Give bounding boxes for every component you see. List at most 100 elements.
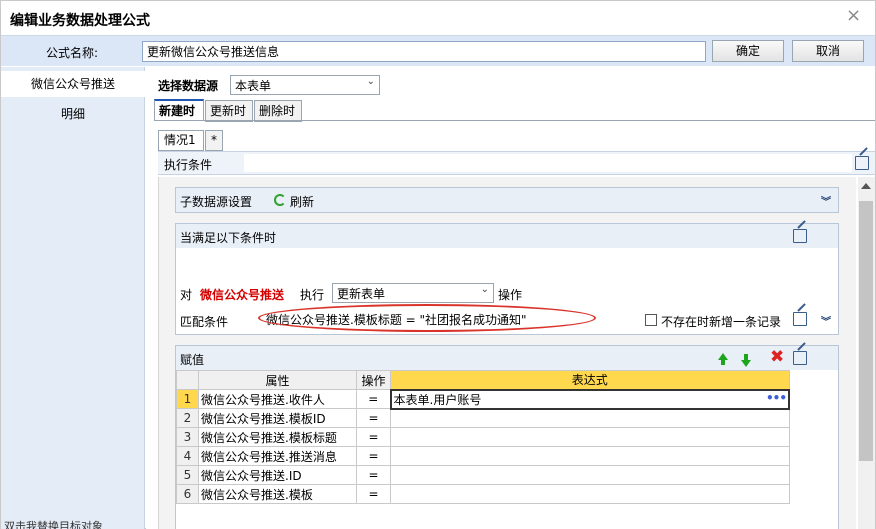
op-cell[interactable]: = [356, 427, 391, 447]
tab-on-create[interactable]: 新建时 [154, 99, 204, 121]
row-number: 5 [176, 465, 199, 485]
row-number: 4 [176, 446, 199, 466]
expr-cell[interactable] [390, 446, 790, 466]
formula-name-row: 公式名称: 确定 取消 [1, 35, 875, 66]
move-up-icon[interactable] [718, 353, 728, 365]
attr-cell[interactable]: 微信公众号推送.推送消息 [198, 446, 357, 466]
table-row[interactable]: 6 微信公众号推送.模板 = [176, 484, 790, 504]
attr-cell[interactable]: 微信公众号推送.模板ID [198, 408, 357, 428]
edit-icon[interactable] [793, 351, 807, 365]
exec-condition-input[interactable] [244, 154, 852, 172]
chevron-down-icon: ⌄ [366, 76, 375, 87]
row-number: 1 [176, 389, 199, 409]
tab-on-delete[interactable]: 删除时 [254, 100, 302, 122]
table-row[interactable]: 5 微信公众号推送.ID = [176, 465, 790, 485]
child-source-panel: 子数据源设置 刷新 ︾ [175, 187, 839, 213]
for-label: 对 [180, 288, 193, 302]
op-cell[interactable]: = [356, 484, 391, 504]
highlight-ellipse [258, 304, 596, 332]
dialog: 编辑业务数据处理公式 × 公式名称: 确定 取消 微信公众号推送 明细 双击我替… [0, 0, 876, 529]
conditions-panel: 当满足以下条件时 对 微信公众号推送 执行 更新表单 ⌄ 操作 匹配条件 微信公… [175, 223, 839, 335]
dialog-title: 编辑业务数据处理公式 [10, 13, 150, 29]
edit-icon[interactable] [855, 156, 869, 170]
op-cell[interactable]: = [356, 389, 391, 409]
formula-name-input[interactable] [142, 41, 706, 62]
sidebar: 微信公众号推送 明细 双击我替换目标对象 [1, 67, 145, 529]
op-cell[interactable]: = [356, 446, 391, 466]
assign-header: 赋值 ✖ [176, 346, 838, 370]
formula-name-label: 公式名称: [46, 46, 99, 60]
action-select[interactable]: 更新表单 ⌄ [332, 283, 494, 303]
scroll-thumb[interactable] [859, 201, 873, 461]
expr-cell[interactable] [390, 427, 790, 447]
more-icon[interactable]: ••• [766, 391, 787, 405]
chevron-down-icon: ⌄ [480, 284, 489, 295]
table-row[interactable]: 3 微信公众号推送.模板标题 = [176, 427, 790, 447]
datasource-select[interactable]: 本表单 ⌄ [230, 75, 380, 95]
add-if-not-exist-label: 不存在时新增一条记录 [661, 315, 782, 329]
sidebar-footer-text: 双击我替换目标对象 [4, 520, 103, 529]
refresh-button[interactable]: 刷新 [290, 193, 314, 210]
tab-divider [154, 120, 875, 121]
child-source-title: 子数据源设置 [180, 195, 253, 209]
table-row[interactable]: 1 微信公众号推送.收件人 = 本表单.用户账号 ••• [176, 388, 790, 410]
attr-cell[interactable]: 微信公众号推送.模板 [198, 484, 357, 504]
assign-title: 赋值 [180, 353, 205, 367]
attr-cell[interactable]: 微信公众号推送.收件人 [198, 389, 357, 409]
corner-cell [176, 370, 199, 390]
match-condition-label: 匹配条件 [180, 315, 229, 329]
delete-icon[interactable]: ✖ [770, 347, 784, 367]
add-if-not-exist-checkbox[interactable] [645, 314, 657, 326]
scroll-up-icon[interactable] [861, 183, 871, 189]
row-number: 2 [176, 408, 199, 428]
exec-condition-row: 执行条件 [158, 151, 875, 175]
assign-panel: 赋值 ✖ 属性 操作 表达式 1 微信公众号推送.收件人 = 本表单.用户账号 … [175, 345, 839, 529]
title-bar: 编辑业务数据处理公式 × [1, 1, 875, 35]
op-cell[interactable]: = [356, 465, 391, 485]
close-icon[interactable]: × [846, 5, 861, 26]
exec-condition-label: 执行条件 [164, 158, 213, 172]
edit-icon[interactable] [793, 312, 807, 326]
column-header-op: 操作 [356, 370, 391, 390]
move-down-icon[interactable] [741, 354, 751, 367]
datasource-selected: 本表单 [235, 79, 272, 93]
tab-add-case[interactable]: * [205, 130, 223, 151]
row-number: 3 [176, 427, 199, 447]
op-cell[interactable]: = [356, 408, 391, 428]
child-source-header: 子数据源设置 刷新 ︾ [176, 188, 838, 212]
chevron-down-icon[interactable]: ︾ [821, 313, 831, 328]
exec-label: 执行 [300, 288, 325, 302]
conditions-header: 当满足以下条件时 [176, 224, 838, 248]
conditions-title: 当满足以下条件时 [180, 231, 277, 245]
scroll-area: 子数据源设置 刷新 ︾ 当满足以下条件时 对 微信公众号推送 执行 更新表单 ⌄ [158, 177, 856, 529]
main-panel: 选择数据源 本表单 ⌄ 新建时 更新时 删除时 情况1 * 执行条件 子数据源设… [146, 67, 875, 529]
expr-value: 本表单.用户账号 [393, 392, 482, 407]
column-header-attr: 属性 [198, 370, 357, 390]
table-row[interactable]: 2 微信公众号推送.模板ID = [176, 408, 790, 428]
edit-icon[interactable] [793, 229, 807, 243]
tab-on-update[interactable]: 更新时 [205, 100, 253, 122]
target-name: 微信公众号推送 [200, 288, 285, 302]
expr-cell[interactable]: 本表单.用户账号 ••• [389, 388, 790, 410]
chevron-down-icon[interactable]: ︾ [821, 193, 831, 208]
vertical-scrollbar[interactable] [858, 177, 875, 529]
refresh-icon[interactable] [274, 194, 286, 206]
operate-label: 操作 [498, 288, 523, 302]
attr-cell[interactable]: 微信公众号推送.模板标题 [198, 427, 357, 447]
action-selected: 更新表单 [337, 287, 386, 301]
table-row[interactable]: 4 微信公众号推送.推送消息 = [176, 446, 790, 466]
datasource-label: 选择数据源 [158, 79, 219, 93]
expr-cell[interactable] [390, 484, 790, 504]
row-number: 6 [176, 484, 199, 504]
sidebar-item-wechat-push[interactable]: 微信公众号推送 [1, 71, 145, 97]
expr-cell[interactable] [390, 408, 790, 428]
attr-cell[interactable]: 微信公众号推送.ID [198, 465, 357, 485]
cancel-button[interactable]: 取消 [792, 40, 864, 62]
column-header-expr: 表达式 [390, 370, 790, 390]
ok-button[interactable]: 确定 [712, 40, 784, 62]
table-header-row: 属性 操作 表达式 [176, 370, 790, 390]
tab-case-1[interactable]: 情况1 [158, 130, 204, 151]
expr-cell[interactable] [390, 465, 790, 485]
assign-table: 属性 操作 表达式 1 微信公众号推送.收件人 = 本表单.用户账号 ••• 2… [176, 370, 790, 504]
sidebar-item-detail[interactable]: 明细 [1, 101, 145, 127]
